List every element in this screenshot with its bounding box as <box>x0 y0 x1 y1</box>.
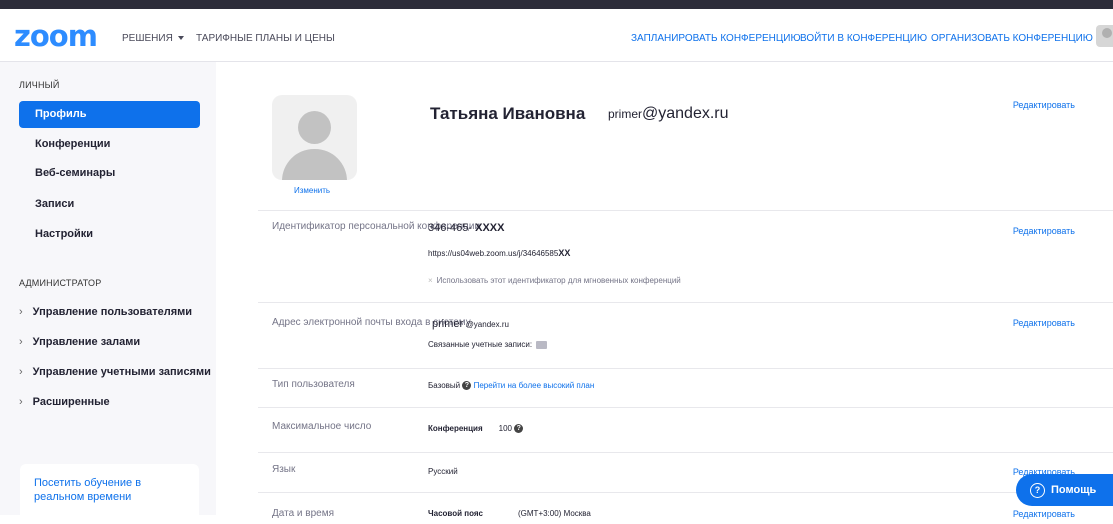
pmi-url-mask: XX <box>558 248 571 258</box>
profile-content: Изменить Татьяна Ивановна primer@yandex.… <box>216 62 1113 519</box>
pmi-url[interactable]: https://us04web.zoom.us/j/34646585XX <box>428 248 570 258</box>
pmi-number: 346-465- XXXX <box>428 222 504 234</box>
capacity-value: 100 <box>498 424 512 433</box>
chevron-right-icon: › <box>19 396 23 408</box>
divider <box>258 302 1113 303</box>
nav-join-meeting[interactable]: ВОЙТИ В КОНФЕРЕНЦИЮ <box>800 33 927 44</box>
edit-login-email-button[interactable]: Редактировать <box>1013 318 1075 328</box>
sidebar: ЛИЧНЫЙ Профиль Конференции Веб-семинары … <box>0 62 216 515</box>
header: zoom РЕШЕНИЯ ТАРИФНЫЕ ПЛАНЫ И ЦЕНЫ ЗАПЛА… <box>0 9 1113 62</box>
sidebar-item-advanced[interactable]: › Расширенные <box>19 396 110 408</box>
email-prefix: primer <box>608 107 643 121</box>
edit-profile-button[interactable]: Редактировать <box>1013 100 1075 110</box>
change-photo-link[interactable]: Изменить <box>294 186 330 195</box>
profile-email: primer@yandex.ru <box>608 105 729 123</box>
pmi-number-text: 346-465- <box>428 222 473 234</box>
timezone-value: (GMT+3:00) Москва <box>518 509 591 518</box>
divider <box>258 452 1113 453</box>
help-button[interactable]: ? Помощь <box>1016 474 1113 506</box>
mail-icon <box>536 340 548 349</box>
divider <box>258 210 1113 211</box>
help-icon[interactable]: ? <box>514 424 524 434</box>
edit-datetime-button[interactable]: Редактировать <box>1013 509 1075 519</box>
chevron-down-icon <box>177 36 184 41</box>
language-label: Язык <box>272 464 296 475</box>
sidebar-section-admin: АДМИНИСТРАТОР <box>19 278 102 288</box>
chevron-right-icon: › <box>19 306 23 318</box>
nav-host-label: ОРГАНИЗОВАТЬ КОНФЕРЕНЦИЮ <box>931 33 1093 44</box>
timezone-label: Часовой пояс <box>428 509 483 518</box>
nav-solutions-label: РЕШЕНИЯ <box>122 33 173 44</box>
capacity-label: Максимальное число <box>272 421 372 432</box>
login-email-domain: @yandex.ru <box>465 320 509 329</box>
user-avatar-icon <box>1102 28 1112 38</box>
linked-accounts: Связанные учетные записи: <box>428 340 548 349</box>
sidebar-item-profile[interactable]: Профиль <box>19 101 200 128</box>
capacity-type: Конференция <box>428 424 483 433</box>
sidebar-item-meetings[interactable]: Конференции <box>19 131 200 158</box>
profile-photo[interactable] <box>272 95 357 180</box>
avatar-body-icon <box>282 149 347 180</box>
upgrade-link[interactable]: Перейти на более высокий план <box>474 381 595 390</box>
divider <box>258 492 1113 493</box>
login-email-prefix: primer <box>432 318 464 330</box>
sidebar-item-label: Управление учетными записями <box>32 366 211 378</box>
sidebar-item-room-management[interactable]: › Управление залами <box>19 336 140 348</box>
live-training-link[interactable]: Посетить обучение в реальном времени <box>20 464 199 524</box>
help-icon[interactable]: ? <box>462 381 472 391</box>
sidebar-item-webinars[interactable]: Веб-семинары <box>19 160 200 187</box>
divider <box>258 368 1113 369</box>
pmi-number-mask: XXXX <box>475 222 505 234</box>
sidebar-item-user-management[interactable]: › Управление пользователями <box>19 306 192 318</box>
pmi-instant-option-label: Использовать этот идентификатор для мгно… <box>436 276 681 285</box>
top-bar <box>0 0 1113 9</box>
linked-accounts-label: Связанные учетные записи: <box>428 340 533 349</box>
divider <box>258 407 1113 408</box>
sidebar-item-settings[interactable]: Настройки <box>19 221 200 248</box>
help-icon: ? <box>1030 482 1045 498</box>
sidebar-item-label: Управление пользователями <box>32 306 193 318</box>
email-domain: @yandex.ru <box>642 105 729 122</box>
profile-name: Татьяна Ивановна <box>430 104 586 123</box>
edit-pmi-button[interactable]: Редактировать <box>1013 226 1075 236</box>
pmi-url-text: https://us04web.zoom.us/j/34646585 <box>428 249 559 258</box>
user-type-label: Тип пользователя <box>272 379 355 390</box>
nav-solutions[interactable]: РЕШЕНИЯ <box>122 33 184 44</box>
sidebar-item-account-management[interactable]: › Управление учетными записями <box>19 366 211 378</box>
capacity: Конференция 100 ? <box>428 424 524 434</box>
chevron-right-icon: › <box>19 336 23 348</box>
sidebar-section-personal: ЛИЧНЫЙ <box>19 80 60 90</box>
user-type: Базовый ? Перейти на более высокий план <box>428 381 595 391</box>
nav-host-meeting[interactable]: ОРГАНИЗОВАТЬ КОНФЕРЕНЦИЮ <box>931 33 1104 44</box>
help-button-label: Помощь <box>1051 484 1097 496</box>
nav-plans-pricing[interactable]: ТАРИФНЫЕ ПЛАНЫ И ЦЕНЫ <box>196 33 335 44</box>
language-value: Русский <box>428 467 458 476</box>
zoom-logo[interactable]: zoom <box>14 21 98 51</box>
sidebar-item-recordings[interactable]: Записи <box>19 191 200 218</box>
user-avatar[interactable] <box>1096 25 1113 47</box>
pmi-instant-option[interactable]: × Использовать этот идентификатор для мгн… <box>428 276 681 285</box>
sidebar-item-label: Расширенные <box>32 396 110 408</box>
nav-schedule-meeting[interactable]: ЗАПЛАНИРОВАТЬ КОНФЕРЕНЦИЮ <box>631 33 801 44</box>
datetime-label: Дата и время <box>272 508 335 519</box>
avatar-head-icon <box>298 111 331 144</box>
user-type-value: Базовый <box>428 381 461 390</box>
close-icon: × <box>428 276 433 285</box>
login-email: primer @yandex.ru <box>428 318 509 330</box>
sidebar-item-label: Управление залами <box>32 336 141 348</box>
chevron-right-icon: › <box>19 366 23 378</box>
